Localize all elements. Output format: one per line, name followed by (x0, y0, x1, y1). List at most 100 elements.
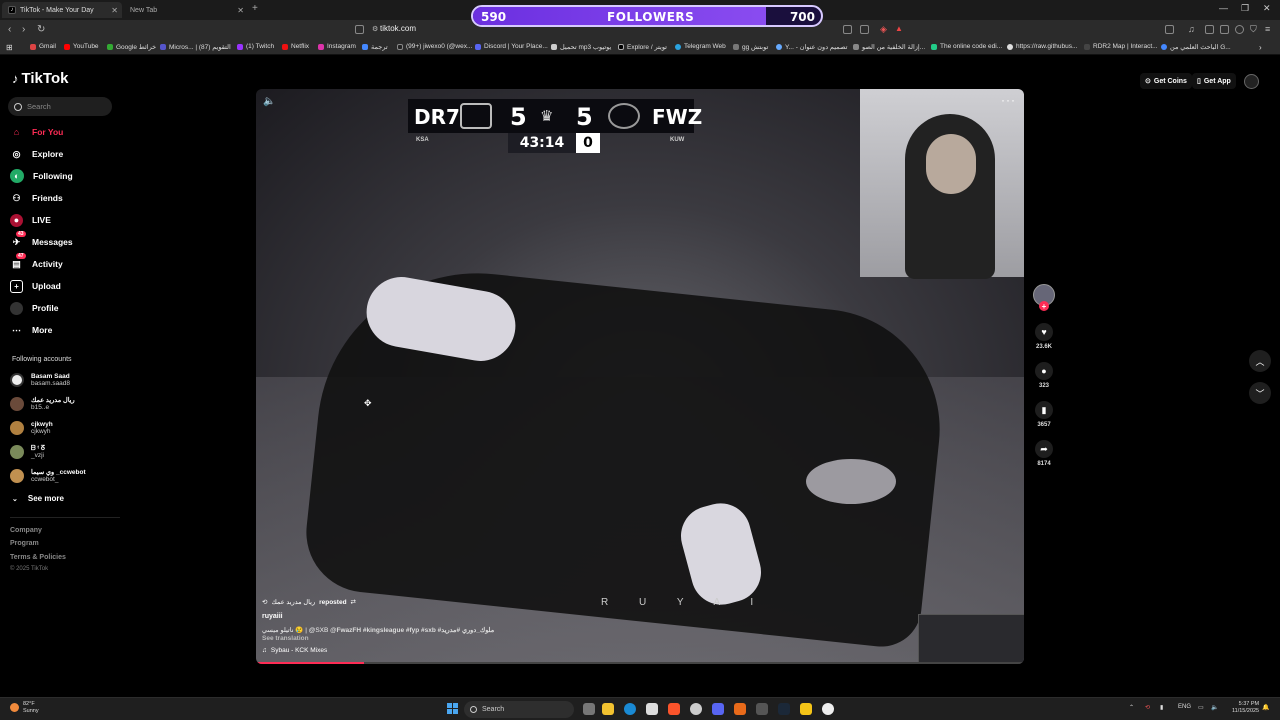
nav-upload[interactable]: + Upload (10, 278, 61, 294)
bookmark-item[interactable]: إزالة الخلفية من الصو... (853, 43, 925, 51)
tray-app-icon[interactable]: ⟲ (1145, 704, 1150, 711)
bookmark-item[interactable]: (1) Twitch (237, 43, 274, 50)
language-indicator[interactable]: ENG (1178, 704, 1191, 710)
see-translation-link[interactable]: See translation (262, 635, 309, 642)
bookmark-item[interactable]: RDR2 Map | Interact... (1084, 43, 1158, 50)
app-icon[interactable] (734, 703, 746, 715)
volume-icon[interactable]: 🔈 (263, 96, 275, 107)
share-icon[interactable] (860, 25, 869, 34)
back-icon[interactable]: ‹ (8, 24, 11, 35)
like-button[interactable]: ♥ 23.6K (1032, 323, 1056, 350)
bookmark-item[interactable]: Netflix (282, 43, 309, 50)
vpn-icon[interactable] (1235, 25, 1244, 34)
get-coins-button[interactable]: ⊙ Get Coins (1140, 73, 1192, 89)
music-icon[interactable]: ♫ (1188, 24, 1195, 34)
footer-company-link[interactable]: Company (10, 527, 42, 534)
following-account[interactable]: Basam Saad basam.saad8 (10, 371, 70, 389)
video-hashtags[interactable]: @FwazFH #kingsleague #fyp #sxb #ملوك_دور… (330, 627, 494, 634)
close-tab-icon[interactable]: ✕ (111, 6, 118, 15)
edge-icon[interactable] (624, 703, 636, 715)
video-author[interactable]: ruyaiii (262, 613, 283, 620)
tiktok-logo[interactable]: ♪ TikTok (12, 70, 68, 87)
following-account[interactable]: cjkwyh cjkwyh (10, 419, 53, 437)
wallet-icon[interactable] (1220, 25, 1229, 34)
video-progress-bar[interactable] (256, 662, 1024, 664)
task-view-icon[interactable] (583, 703, 595, 715)
bookmark-item[interactable]: gg توبتش (733, 43, 768, 51)
bookmark-item[interactable]: Instagram (318, 43, 356, 50)
brave-shield-icon[interactable]: ◈ (880, 24, 887, 35)
site-info-icon[interactable]: ⚙ (372, 25, 378, 33)
minimize-icon[interactable]: — (1219, 3, 1228, 13)
nav-messages[interactable]: ✈ 43 Messages (10, 230, 73, 250)
new-tab-plus-icon[interactable]: + (252, 3, 258, 14)
brave-rewards-icon[interactable]: ▲ (895, 24, 903, 33)
bookmark-item[interactable]: Gmail (30, 43, 56, 50)
save-button[interactable]: ▮ 3657 (1032, 401, 1056, 428)
repost-info[interactable]: ⟲ ريال مدريد عمك reposted ⇄ (262, 598, 356, 607)
bookmark-item[interactable]: Google خرائط (107, 43, 156, 51)
taskbar-clock[interactable]: 5:37 PM 11/15/2025 (1232, 701, 1259, 715)
forward-icon[interactable]: › (22, 24, 25, 35)
bookmark-item[interactable]: Telegram Web (675, 43, 726, 50)
weather-widget[interactable]: 82°F Sunny (10, 701, 39, 714)
nav-explore[interactable]: ◎ Explore (10, 146, 64, 162)
bookmark-item[interactable]: Discord | Your Place... (475, 43, 548, 50)
previous-video-button[interactable]: ︿ (1249, 350, 1271, 372)
notification-bell-icon[interactable]: 🔔 (1262, 704, 1269, 711)
bookmark-item[interactable]: https://raw.githubus... (1007, 43, 1077, 50)
bookmark-item[interactable]: Micros... | التقويم (87) (160, 43, 231, 51)
footer-terms-link[interactable]: Terms & Policies (10, 554, 66, 561)
screen-cast-icon[interactable] (843, 25, 852, 34)
bookmark-item[interactable]: Explore / تويتر (618, 43, 667, 51)
shield-icon[interactable]: ⛉ (1250, 24, 1257, 35)
app-icon[interactable] (800, 703, 812, 715)
next-video-button[interactable]: ﹀ (1249, 382, 1271, 404)
chevron-right-icon[interactable]: › (1259, 43, 1262, 52)
obs-icon[interactable] (822, 703, 834, 715)
store-icon[interactable] (646, 703, 658, 715)
nav-activity[interactable]: ▤ 47 Activity (10, 252, 63, 272)
file-explorer-icon[interactable] (602, 703, 614, 715)
share-button[interactable]: ➦ 8174 (1032, 440, 1056, 467)
bookmark-item[interactable]: ترجمة (362, 43, 388, 51)
discord-icon[interactable] (712, 703, 724, 715)
app-icon[interactable] (756, 703, 768, 715)
nav-more[interactable]: ⋯ More (10, 322, 52, 338)
tab-tiktok[interactable]: ♪ TikTok - Make Your Day ✕ (2, 2, 122, 18)
volume-icon[interactable]: 🔈 (1211, 704, 1218, 711)
search-box[interactable] (8, 97, 112, 116)
follow-plus-icon[interactable]: + (1039, 301, 1049, 311)
steam-icon[interactable] (778, 703, 790, 715)
close-window-icon[interactable]: ✕ (1263, 3, 1271, 14)
split-view-icon[interactable] (1205, 25, 1214, 34)
nav-profile[interactable]: Profile (10, 300, 58, 316)
reload-icon[interactable]: ↻ (37, 24, 45, 35)
music-info[interactable]: ♫ Sybau - KCK Mixes (262, 647, 327, 654)
close-tab-icon[interactable]: ✕ (237, 6, 244, 15)
footer-program-link[interactable]: Program (10, 540, 39, 547)
bookmark-item[interactable]: (99+) jiwexo0 (@wex... (397, 43, 472, 50)
bookmark-item[interactable]: تحميل mp3 يوتيوب (551, 43, 611, 51)
tab-new-tab[interactable]: New Tab ✕ (124, 2, 248, 18)
video-player[interactable]: DR7 5 ♛ 5 FWZ KSA 43:14 0 KUW 🔈 ··· ✥ R … (256, 89, 1024, 664)
bookmark-item[interactable]: Y... - تصميم دون عنوان (776, 43, 847, 51)
following-account[interactable]: وي سيما _ccwebot ccwebot_ (10, 467, 86, 485)
start-button[interactable] (447, 703, 458, 714)
menu-icon[interactable]: ≡ (1265, 24, 1270, 34)
tray-mic-icon[interactable]: ▮ (1160, 704, 1163, 711)
tray-chevron-up-icon[interactable]: ⌃ (1129, 704, 1134, 711)
apps-grid-icon[interactable]: ⊞ (6, 43, 13, 52)
url-field[interactable]: tiktok.com (380, 24, 416, 33)
bookmark-item[interactable]: The online code edi... (931, 43, 1002, 50)
nav-friends[interactable]: ⚇ Friends (10, 190, 62, 206)
comment-button[interactable]: ● 323 (1032, 362, 1056, 389)
sidebar-toggle-icon[interactable] (1165, 25, 1174, 34)
brave-icon[interactable] (668, 703, 680, 715)
following-account[interactable]: ᗷ ᵗ ᘔ _vzji (10, 443, 45, 461)
get-app-button[interactable]: ▯ Get App (1192, 73, 1236, 89)
search-input[interactable] (27, 102, 107, 111)
bookmark-item[interactable]: الباحث العلمي من G... (1161, 43, 1231, 51)
bookmark-page-icon[interactable] (355, 25, 364, 34)
following-account[interactable]: ريال مدريد عمك b15..e (10, 395, 75, 413)
